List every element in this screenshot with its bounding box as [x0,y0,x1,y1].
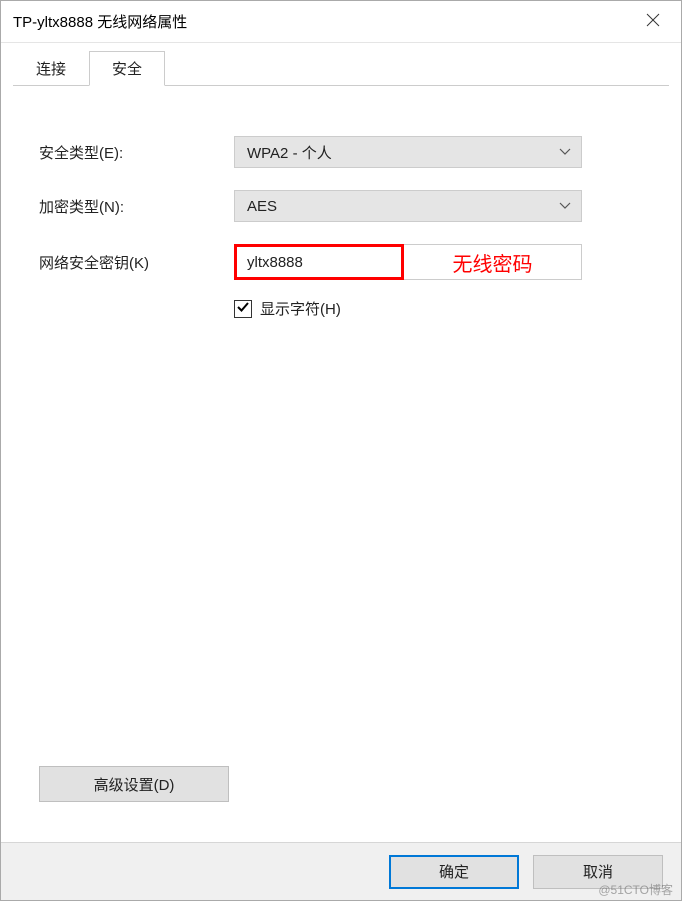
network-key-row: 网络安全密钥(K) 无线密码 [39,244,649,280]
security-type-label: 安全类型(E): [39,142,234,163]
show-chars-checkbox[interactable] [234,300,252,318]
annotation-text: 无线密码 [453,248,533,277]
chevron-down-icon [559,148,571,156]
close-button[interactable] [625,1,681,43]
network-key-input[interactable] [234,244,404,280]
annotation-box: 无线密码 [404,244,582,280]
titlebar: TP-yltx8888 无线网络属性 [1,1,681,43]
tab-strip: 连接 安全 [1,43,681,86]
cancel-button[interactable]: 取消 [533,855,663,889]
network-key-input-wrap: 无线密码 [234,244,582,280]
show-chars-label: 显示字符(H) [260,298,341,319]
security-type-row: 安全类型(E): WPA2 - 个人 [39,136,649,168]
advanced-settings-label: 高级设置(D) [94,774,175,795]
window-title: TP-yltx8888 无线网络属性 [13,11,187,32]
show-chars-row: 显示字符(H) [234,298,649,319]
ok-button-label: 确定 [439,861,469,882]
ok-button[interactable]: 确定 [389,855,519,889]
chevron-down-icon [559,202,571,210]
checkmark-icon [236,300,250,317]
tab-security[interactable]: 安全 [89,51,165,86]
security-type-value: WPA2 - 个人 [247,142,332,163]
close-icon [646,13,660,31]
encryption-type-row: 加密类型(N): AES [39,190,649,222]
cancel-button-label: 取消 [583,861,613,882]
dialog-footer: 确定 取消 [1,842,681,900]
dialog-window: TP-yltx8888 无线网络属性 连接 安全 安全类型(E): WPA2 -… [0,0,682,901]
network-key-label: 网络安全密钥(K) [39,252,234,273]
advanced-settings-button[interactable]: 高级设置(D) [39,766,229,802]
encryption-type-label: 加密类型(N): [39,196,234,217]
security-type-dropdown[interactable]: WPA2 - 个人 [234,136,582,168]
tab-content: 安全类型(E): WPA2 - 个人 加密类型(N): AES 网络安全密钥(K… [1,86,681,842]
tab-connect[interactable]: 连接 [13,51,89,86]
encryption-type-dropdown[interactable]: AES [234,190,582,222]
encryption-type-value: AES [247,198,277,215]
